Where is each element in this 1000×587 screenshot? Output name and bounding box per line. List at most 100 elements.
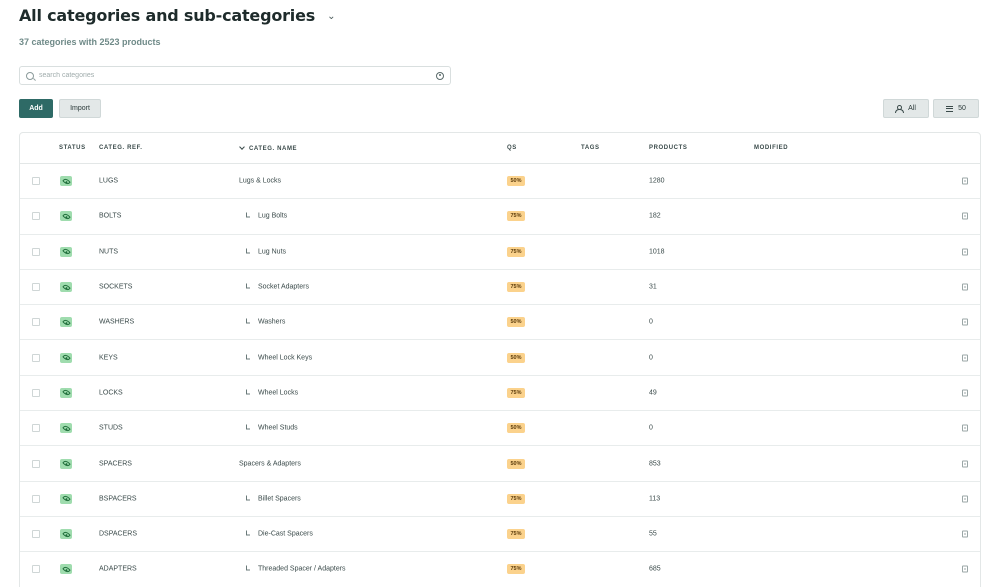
table-row[interactable]: DSPACERS Die-Cast Spacers 75% 55 xyxy=(20,517,980,553)
row-checkbox[interactable] xyxy=(32,459,40,468)
status-badge[interactable] xyxy=(60,564,72,575)
qs-badge: 75% xyxy=(507,529,525,540)
table-row[interactable]: BSPACERS Billet Spacers 75% 113 xyxy=(20,481,980,517)
category-name[interactable]: Wheel Lock Keys xyxy=(246,354,312,361)
category-ref: SOCKETS xyxy=(99,283,133,291)
category-ref: STUDS xyxy=(99,424,123,432)
document-icon[interactable] xyxy=(962,495,968,503)
row-checkbox[interactable] xyxy=(32,494,40,503)
child-indent-icon xyxy=(246,318,250,324)
table-row[interactable]: ADAPTERS Threaded Spacer / Adapters 75% 685 xyxy=(20,552,980,587)
document-icon[interactable] xyxy=(962,177,968,185)
table-row[interactable]: WASHERS Washers 50% 0 xyxy=(20,305,980,341)
document-icon[interactable] xyxy=(962,283,968,291)
table-row[interactable]: BOLTS Lug Bolts 75% 182 xyxy=(20,199,980,235)
category-ref: NUTS xyxy=(99,248,119,256)
document-icon[interactable] xyxy=(962,318,968,326)
child-indent-icon xyxy=(246,530,250,536)
document-icon[interactable] xyxy=(962,565,968,573)
category-name[interactable]: Lugs & Locks xyxy=(239,178,281,185)
chevron-down-icon[interactable]: ⌄ xyxy=(327,11,335,22)
category-ref: LUGS xyxy=(99,177,119,185)
modified-cell xyxy=(749,552,848,587)
category-ref: ADAPTERS xyxy=(99,565,137,573)
row-checkbox[interactable] xyxy=(32,318,40,327)
import-button[interactable]: Import xyxy=(59,99,101,118)
status-badge[interactable] xyxy=(60,176,72,187)
status-badge[interactable] xyxy=(60,352,72,363)
column-header-tags[interactable]: TAGS xyxy=(581,145,600,151)
category-name[interactable]: Socket Adapters xyxy=(246,283,309,291)
add-button[interactable]: Add xyxy=(19,99,53,118)
modified-cell xyxy=(749,375,848,411)
status-badge[interactable] xyxy=(60,211,72,222)
search-input[interactable] xyxy=(39,72,436,79)
category-name[interactable]: Lug Bolts xyxy=(246,212,287,220)
category-name-label: Lug Nuts xyxy=(258,248,287,256)
qs-badge: 50% xyxy=(507,352,525,363)
row-checkbox[interactable] xyxy=(32,353,40,362)
document-icon[interactable] xyxy=(962,354,968,362)
category-name[interactable]: Wheel Locks xyxy=(246,389,298,396)
category-name-label: Lugs & Locks xyxy=(239,177,282,185)
table-row[interactable]: NUTS Lug Nuts 75% 1018 xyxy=(20,234,980,270)
status-badge[interactable] xyxy=(60,387,72,398)
row-checkbox[interactable] xyxy=(32,388,40,397)
status-badge[interactable] xyxy=(60,423,72,434)
row-checkbox[interactable] xyxy=(32,530,40,539)
category-name[interactable]: Washers xyxy=(246,318,285,326)
document-icon[interactable] xyxy=(962,460,968,468)
document-icon[interactable] xyxy=(962,530,968,538)
category-name[interactable]: Billet Spacers xyxy=(246,495,301,502)
category-name[interactable]: Spacers & Adapters xyxy=(239,460,301,467)
qs-badge: 75% xyxy=(507,564,525,575)
status-badge[interactable] xyxy=(60,282,72,293)
category-ref: DSPACERS xyxy=(99,530,137,538)
document-icon[interactable] xyxy=(962,248,968,256)
status-badge[interactable] xyxy=(60,529,72,540)
qs-badge: 50% xyxy=(507,458,525,469)
column-header-status[interactable]: STATUS xyxy=(59,145,86,151)
modified-cell xyxy=(749,340,848,375)
product-count: 685 xyxy=(649,565,661,573)
category-name[interactable]: Lug Nuts xyxy=(246,248,286,255)
qs-badge: 50% xyxy=(507,176,525,187)
document-icon[interactable] xyxy=(962,212,968,220)
filter-all-button[interactable]: All xyxy=(883,99,929,118)
categories-table: STATUS CATEG. REF. CATEG. NAME QS TAGS P… xyxy=(19,132,981,587)
settings-icon[interactable] xyxy=(436,71,444,80)
status-badge[interactable] xyxy=(60,458,72,469)
table-row[interactable]: SOCKETS Socket Adapters 75% 31 xyxy=(20,269,980,306)
table-row[interactable]: LUGS Lugs & Locks 50% 1280 xyxy=(20,164,980,200)
row-checkbox[interactable] xyxy=(32,177,40,186)
per-page-button[interactable]: 50 xyxy=(933,99,979,118)
category-name[interactable]: Die-Cast Spacers xyxy=(246,530,313,538)
column-header-ref[interactable]: CATEG. REF. xyxy=(99,145,143,151)
row-checkbox[interactable] xyxy=(32,212,40,221)
table-row[interactable]: SPACERS Spacers & Adapters 50% 853 xyxy=(20,446,980,482)
child-indent-icon xyxy=(246,424,250,430)
column-header-modified[interactable]: MODIFIED xyxy=(754,145,788,151)
category-name-label: Wheel Locks xyxy=(258,389,299,397)
row-checkbox[interactable] xyxy=(32,247,40,256)
category-name-label: Spacers & Adapters xyxy=(239,460,301,468)
table-row[interactable]: LOCKS Wheel Locks 75% 49 xyxy=(20,375,980,412)
status-badge[interactable] xyxy=(60,493,72,504)
table-row[interactable]: KEYS Wheel Lock Keys 50% 0 xyxy=(20,340,980,376)
title-row[interactable]: All categories and sub-categories ⌄ xyxy=(19,6,335,25)
column-header-products[interactable]: PRODUCTS xyxy=(649,145,687,151)
row-checkbox[interactable] xyxy=(32,565,40,574)
eye-icon xyxy=(61,318,71,327)
column-header-qs[interactable]: QS xyxy=(507,145,517,151)
per-page-label: 50 xyxy=(958,105,966,112)
status-badge[interactable] xyxy=(60,317,72,328)
row-checkbox[interactable] xyxy=(32,283,40,292)
row-checkbox[interactable] xyxy=(32,424,40,433)
category-name[interactable]: Threaded Spacer / Adapters xyxy=(246,565,346,573)
category-name[interactable]: Wheel Studs xyxy=(246,424,298,432)
status-badge[interactable] xyxy=(60,246,72,257)
document-icon[interactable] xyxy=(962,389,968,397)
table-row[interactable]: STUDS Wheel Studs 50% 0 xyxy=(20,411,980,447)
column-header-name[interactable]: CATEG. NAME xyxy=(239,144,297,152)
document-icon[interactable] xyxy=(962,424,968,432)
